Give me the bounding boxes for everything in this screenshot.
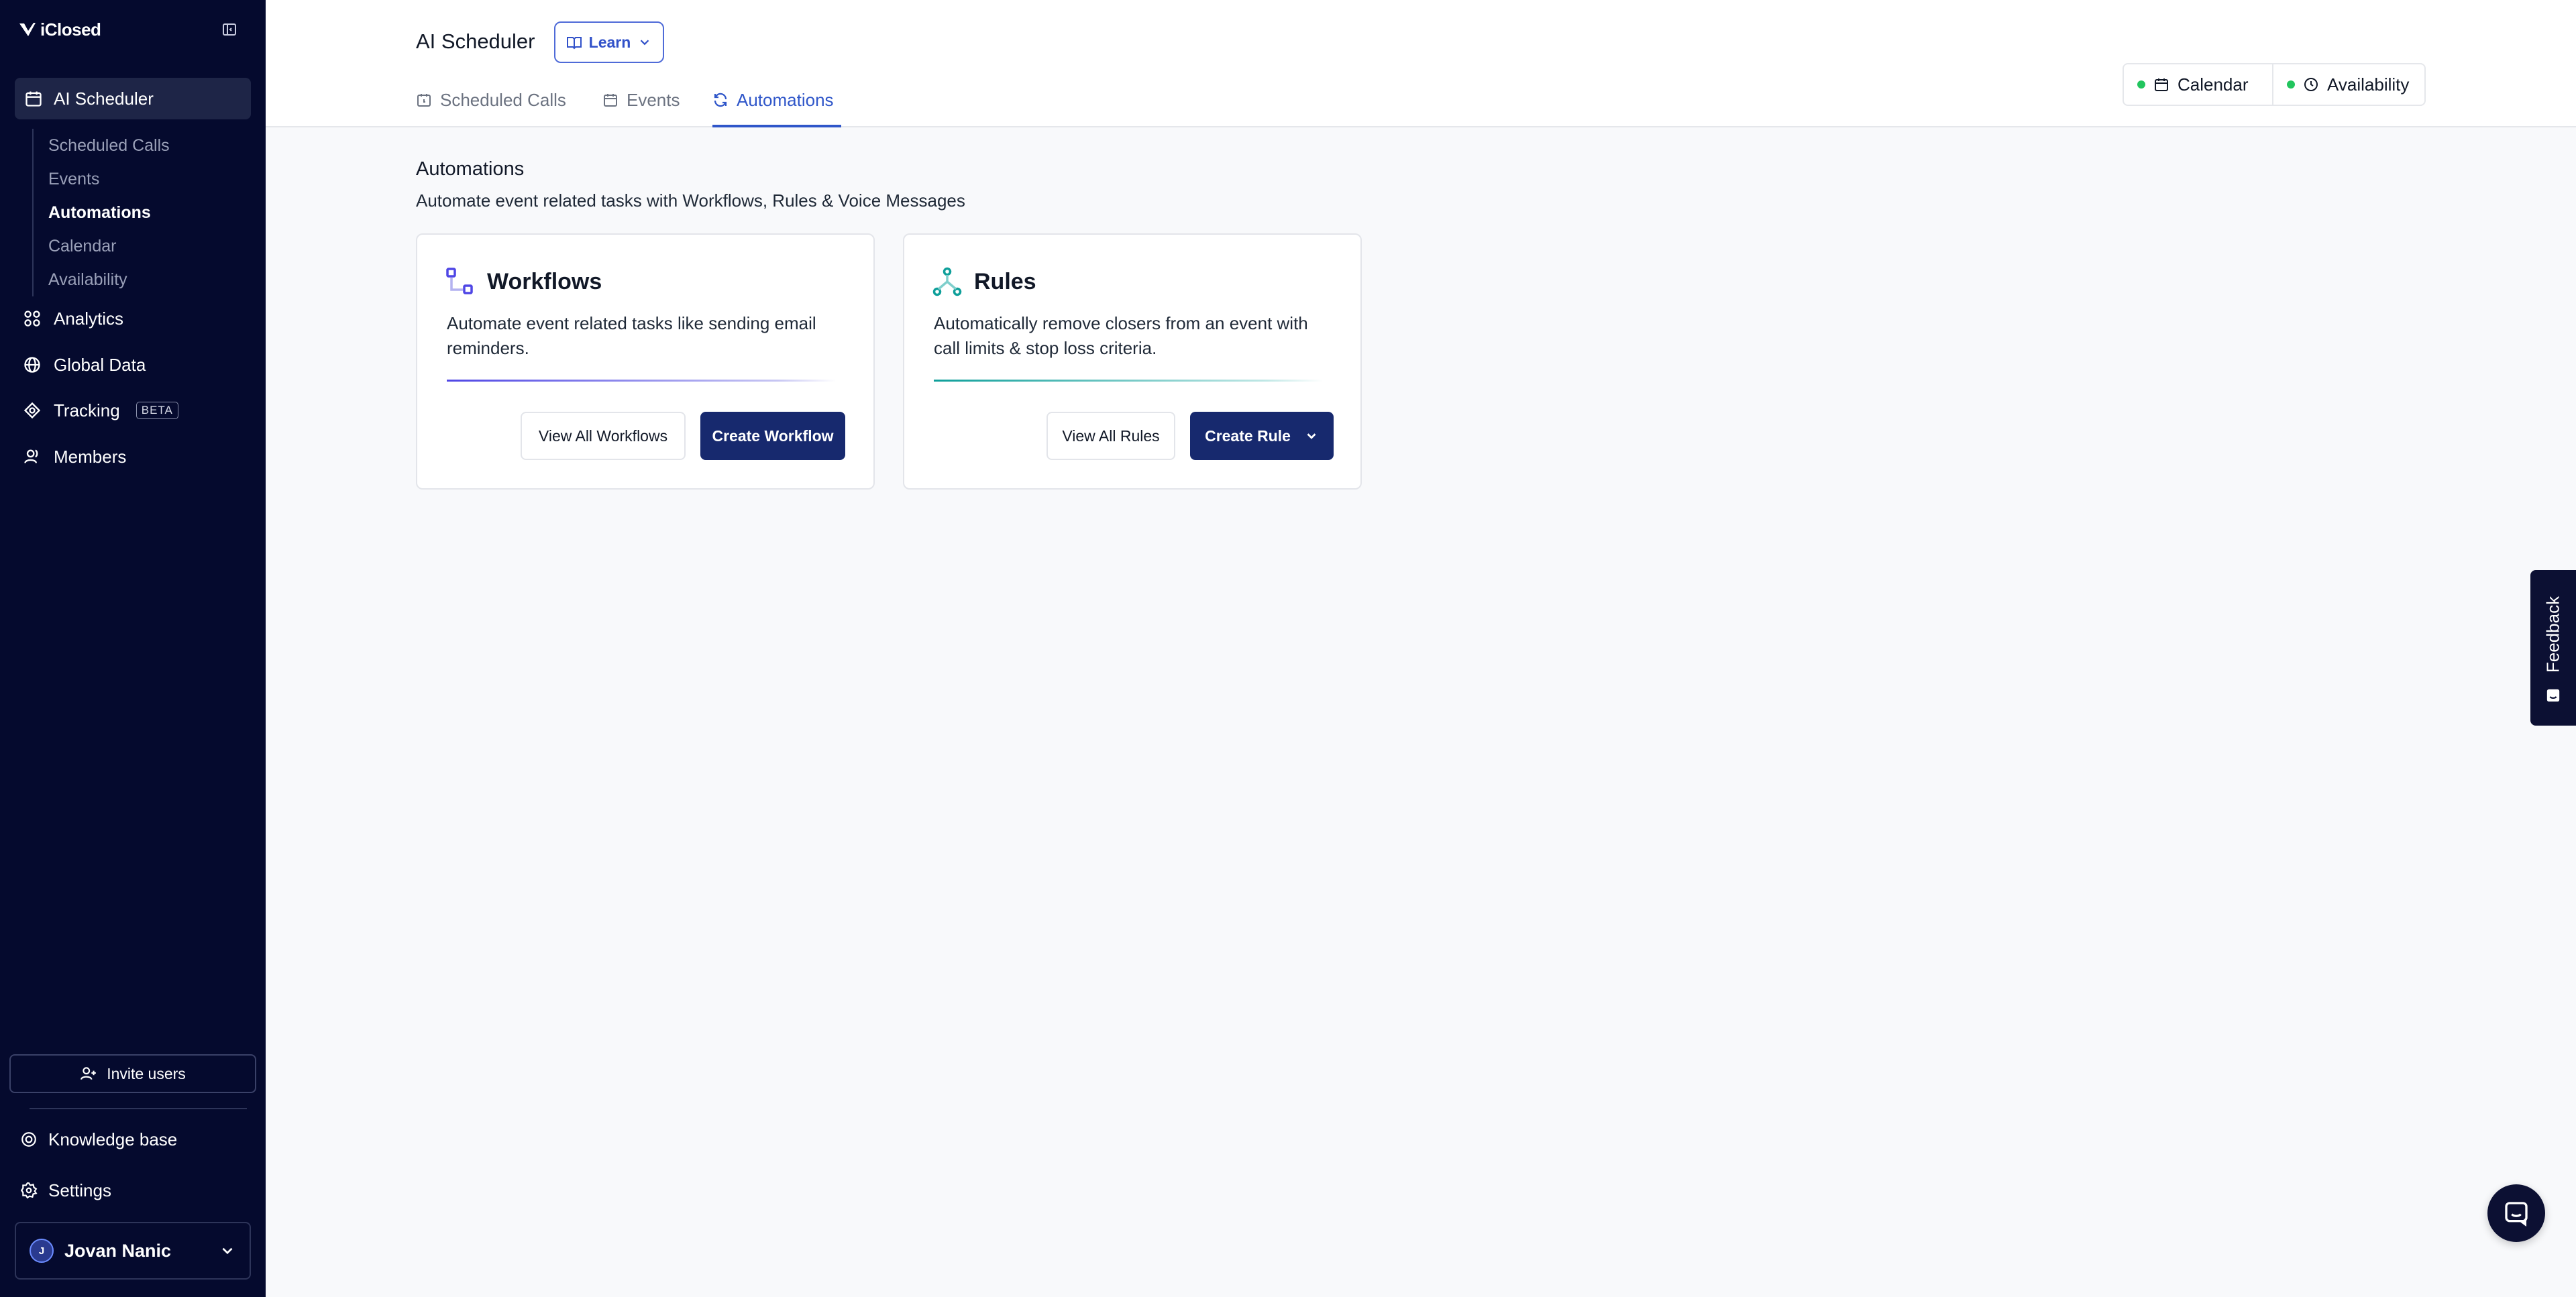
beta-badge: BETA [136,402,178,419]
active-tab-indicator [712,125,841,127]
create-rule-label: Create Rule [1205,427,1291,445]
knowledge-base-label: Knowledge base [48,1129,178,1149]
avatar: J [30,1239,54,1263]
sidebar: iClosed AI Scheduler Scheduled Calls Eve… [0,0,266,1297]
calendar-label: Calendar [2178,74,2249,95]
globe-icon [24,357,40,373]
feedback-tab[interactable]: Feedback [2530,570,2576,726]
calendar-availability-toolbar: Calendar Availability [2123,63,2426,106]
chat-launcher-button[interactable] [2487,1184,2545,1242]
workflow-icon [446,268,473,294]
subnav-scheduled-calls[interactable]: Scheduled Calls [34,129,233,162]
user-menu[interactable]: J Jovan Nanic [15,1222,251,1280]
view-all-workflows-button[interactable]: View All Workflows [521,412,686,460]
sidebar-divider [30,1108,247,1109]
sidebar-item-tracking[interactable]: Tracking BETA [23,394,178,427]
calendar-icon [604,94,617,107]
settings-link[interactable]: Settings [20,1176,111,1205]
calendar-status-button[interactable]: Calendar [2124,64,2274,105]
status-dot [2287,80,2296,89]
settings-label: Settings [48,1180,111,1200]
rules-card: Rules Automatically remove closers from … [903,233,1362,490]
logo-mark-icon [19,22,36,37]
tab-automations[interactable]: Automations [712,84,834,115]
card-accent-line [447,380,836,382]
calendar-icon [25,91,42,107]
subnav-automations[interactable]: Automations [34,196,233,229]
grid-icon [24,311,40,327]
chevron-down-icon [641,40,649,46]
tab-label: Automations [737,89,834,110]
tab-events[interactable]: Events [602,84,680,115]
rules-tree-icon [932,267,962,296]
sidebar-item-label: Global Data [54,354,146,375]
collapse-sidebar-button[interactable] [219,19,240,40]
card-accent-line [934,380,1323,382]
subnav-availability[interactable]: Availability [34,263,233,296]
card-description: Automate event related tasks like sendin… [447,313,816,358]
availability-status-button[interactable]: Availability [2273,64,2424,105]
tab-scheduled-calls[interactable]: Scheduled Calls [416,84,566,115]
book-icon [566,37,582,50]
sidebar-subnav: Scheduled Calls Events Automations Calen… [32,129,233,296]
section-subtitle: Automate event related tasks with Workfl… [416,190,965,211]
target-icon [23,402,41,419]
refresh-icon [714,93,727,107]
clock-icon [2304,78,2318,91]
workflows-card: Workflows Automate event related tasks l… [416,233,875,490]
availability-label: Availability [2327,74,2410,95]
page-header: AI Scheduler Learn Scheduled Calls Event… [266,0,2576,127]
feedback-label: Feedback [2542,596,2563,673]
knowledge-base-link[interactable]: Knowledge base [20,1125,177,1154]
create-workflow-button[interactable]: Create Workflow [700,412,845,460]
chevron-down-icon [222,1247,233,1255]
learn-label: Learn [588,33,631,51]
sidebar-toggle-icon [223,23,236,36]
create-workflow-label: Create Workflow [712,427,834,445]
invite-users-label: Invite users [107,1064,186,1082]
learn-dropdown-button[interactable]: Learn [554,21,664,63]
tab-label: Events [627,89,680,110]
sidebar-item-global-data[interactable]: Global Data [23,348,146,382]
card-title: Workflows [487,268,602,294]
sidebar-item-label: Tracking [54,400,120,420]
feedback-icon [2546,689,2560,702]
invite-users-button[interactable]: Invite users [9,1054,256,1093]
sidebar-item-analytics[interactable]: Analytics [23,302,123,335]
status-dot [2137,80,2145,89]
card-header: Workflows [445,267,602,296]
users-icon [24,449,38,463]
section-title: Automations [416,158,525,180]
sidebar-item-label: AI Scheduler [54,88,154,109]
create-rule-button[interactable]: Create Rule [1190,412,1334,460]
view-all-rules-button[interactable]: View All Rules [1046,412,1175,460]
card-description: Automatically remove closers from an eve… [934,313,1308,358]
chevron-down-icon [1307,433,1316,439]
brand-name: iClosed [40,19,101,40]
page-title: AI Scheduler [416,30,535,53]
sidebar-item-label: Members [54,446,127,467]
calendar-icon [2155,78,2168,91]
card-title: Rules [974,268,1036,294]
lifebuoy-icon [21,1132,36,1147]
subnav-calendar[interactable]: Calendar [34,229,233,263]
chat-icon [2505,1202,2528,1227]
calendar-clock-icon [417,94,431,107]
sidebar-item-members[interactable]: Members [23,440,126,473]
add-user-icon [80,1067,97,1080]
brand-logo[interactable]: iClosed [19,19,101,40]
sidebar-item-ai-scheduler[interactable]: AI Scheduler [15,78,251,119]
user-name: Jovan Nanic [64,1240,172,1261]
gear-icon [20,1182,38,1199]
tab-label: Scheduled Calls [440,89,566,110]
sidebar-item-label: Analytics [54,308,124,329]
card-header: Rules [932,267,1036,296]
subnav-events[interactable]: Events [34,162,233,196]
